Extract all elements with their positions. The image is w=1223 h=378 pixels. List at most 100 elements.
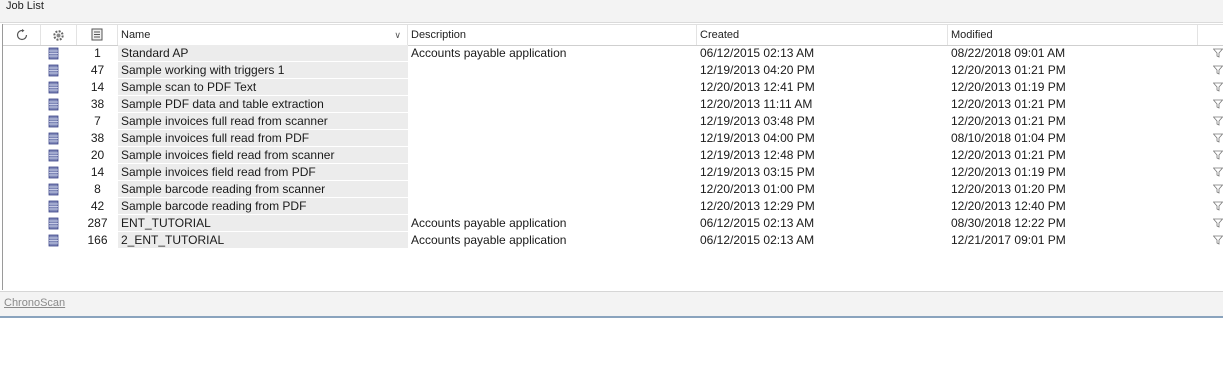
database-icon	[48, 81, 59, 94]
chronoscan-link[interactable]: ChronoScan	[4, 297, 65, 309]
row-count: 38	[90, 97, 105, 111]
filter-funnel-icon[interactable]	[1213, 235, 1223, 245]
header-description-label: Description	[411, 29, 467, 41]
row-created: 12/19/2013 03:15 PM	[700, 165, 815, 179]
filter-funnel-icon[interactable]	[1213, 201, 1223, 211]
filter-funnel-icon[interactable]	[1213, 218, 1223, 228]
row-modified: 12/20/2013 01:21 PM	[951, 97, 1066, 111]
table-row[interactable]: 14 Sample invoices field read from PDF 1…	[3, 164, 1223, 181]
row-modified: 08/22/2018 09:01 AM	[951, 46, 1066, 60]
table-row[interactable]: 287 ENT_TUTORIAL Accounts payable applic…	[3, 215, 1223, 232]
header-refresh-column[interactable]	[3, 25, 41, 45]
row-name: 2_ENT_TUTORIAL	[118, 232, 408, 249]
row-created: 06/12/2015 02:13 AM	[700, 216, 815, 230]
document-count-icon[interactable]	[91, 28, 103, 41]
row-created: 12/20/2013 01:00 PM	[700, 182, 815, 196]
filter-funnel-icon[interactable]	[1213, 99, 1223, 109]
row-created: 12/20/2013 12:41 PM	[700, 80, 815, 94]
row-description	[408, 130, 697, 147]
table-row[interactable]: 38 Sample PDF data and table extraction …	[3, 96, 1223, 113]
filter-funnel-icon[interactable]	[1213, 150, 1223, 160]
row-description: Accounts payable application	[411, 46, 567, 60]
row-name: Sample invoices field read from scanner	[118, 147, 408, 164]
row-modified: 12/20/2013 12:40 PM	[951, 199, 1066, 213]
row-description	[408, 164, 697, 181]
row-count: 20	[90, 148, 105, 162]
header-created[interactable]: Created	[697, 25, 948, 45]
table-row[interactable]: 1 Standard AP Accounts payable applicati…	[3, 45, 1223, 62]
database-icon	[48, 166, 59, 179]
row-name: ENT_TUTORIAL	[118, 215, 408, 232]
row-name: Sample invoices full read from scanner	[118, 113, 408, 130]
filter-funnel-icon[interactable]	[1213, 133, 1223, 143]
header-modified[interactable]: Modified	[948, 25, 1198, 45]
table-row[interactable]: 8 Sample barcode reading from scanner 12…	[3, 181, 1223, 198]
header-description[interactable]: Description	[408, 25, 697, 45]
row-modified: 12/20/2013 01:21 PM	[951, 148, 1066, 162]
row-name: Sample invoices field read from PDF	[118, 164, 408, 181]
filter-funnel-icon[interactable]	[1213, 65, 1223, 75]
row-count: 38	[90, 131, 105, 145]
database-icon	[48, 132, 59, 145]
row-count: 14	[90, 165, 105, 179]
row-created: 12/20/2013 12:29 PM	[700, 199, 815, 213]
row-created: 12/19/2013 03:48 PM	[700, 114, 815, 128]
header-name[interactable]: Name ∨	[118, 25, 408, 45]
database-icon	[48, 200, 59, 213]
row-modified: 08/30/2018 12:22 PM	[951, 216, 1066, 230]
row-modified: 12/20/2013 01:21 PM	[951, 63, 1066, 77]
table-row[interactable]: 38 Sample invoices full read from PDF 12…	[3, 130, 1223, 147]
refresh-icon[interactable]	[16, 29, 28, 41]
row-name: Sample barcode reading from PDF	[118, 198, 408, 215]
table-row[interactable]: 20 Sample invoices field read from scann…	[3, 147, 1223, 164]
row-name: Sample barcode reading from scanner	[118, 181, 408, 198]
database-icon	[48, 98, 59, 111]
row-description	[408, 198, 697, 215]
database-icon	[48, 64, 59, 77]
job-list-grid[interactable]: Name ∨ Description Created Modified 1 St…	[2, 24, 1223, 290]
row-description	[408, 181, 697, 198]
row-count: 14	[90, 80, 105, 94]
database-icon	[48, 217, 59, 230]
row-count: 287	[87, 216, 108, 230]
table-row[interactable]: 42 Sample barcode reading from PDF 12/20…	[3, 198, 1223, 215]
row-name: Sample PDF data and table extraction	[118, 96, 408, 113]
row-created: 12/19/2013 04:00 PM	[700, 131, 815, 145]
filter-funnel-icon[interactable]	[1213, 167, 1223, 177]
chevron-down-icon[interactable]: ∨	[394, 25, 401, 45]
header-name-label: Name	[121, 29, 151, 41]
table-row[interactable]: 47 Sample working with triggers 1 12/19/…	[3, 62, 1223, 79]
row-description	[408, 62, 697, 79]
header-created-label: Created	[700, 29, 740, 41]
row-created: 06/12/2015 02:13 AM	[700, 46, 815, 60]
header-count-column[interactable]	[77, 25, 118, 45]
filter-funnel-icon[interactable]	[1213, 116, 1223, 126]
row-count: 8	[94, 182, 101, 196]
database-icon	[48, 234, 59, 247]
row-count: 7	[94, 114, 101, 128]
table-row[interactable]: 7 Sample invoices full read from scanner…	[3, 113, 1223, 130]
table-row[interactable]: 166 2_ENT_TUTORIAL Accounts payable appl…	[3, 232, 1223, 249]
header-filter-column	[1198, 25, 1223, 45]
panel-title-bar: Job List	[0, 0, 1223, 23]
database-icon	[48, 149, 59, 162]
row-modified: 08/10/2018 01:04 PM	[951, 131, 1066, 145]
row-name: Standard AP	[118, 45, 408, 62]
row-count: 166	[87, 233, 108, 247]
row-modified: 12/20/2013 01:21 PM	[951, 114, 1066, 128]
row-modified: 12/20/2013 01:19 PM	[951, 165, 1066, 179]
row-description	[408, 79, 697, 96]
row-count: 1	[94, 46, 101, 60]
database-icon	[48, 115, 59, 128]
grid-header: Name ∨ Description Created Modified	[3, 24, 1223, 46]
filter-funnel-icon[interactable]	[1213, 82, 1223, 92]
filter-funnel-icon[interactable]	[1213, 184, 1223, 194]
table-row[interactable]: 14 Sample scan to PDF Text 12/20/2013 12…	[3, 79, 1223, 96]
status-footer: ChronoScan	[0, 291, 1223, 318]
row-modified: 12/20/2013 01:20 PM	[951, 182, 1066, 196]
row-created: 12/20/2013 11:11 AM	[700, 97, 813, 111]
settings-gear-icon[interactable]	[52, 29, 65, 42]
filter-funnel-icon[interactable]	[1213, 48, 1223, 58]
row-description: Accounts payable application	[411, 233, 567, 247]
header-settings-column[interactable]	[41, 25, 77, 45]
